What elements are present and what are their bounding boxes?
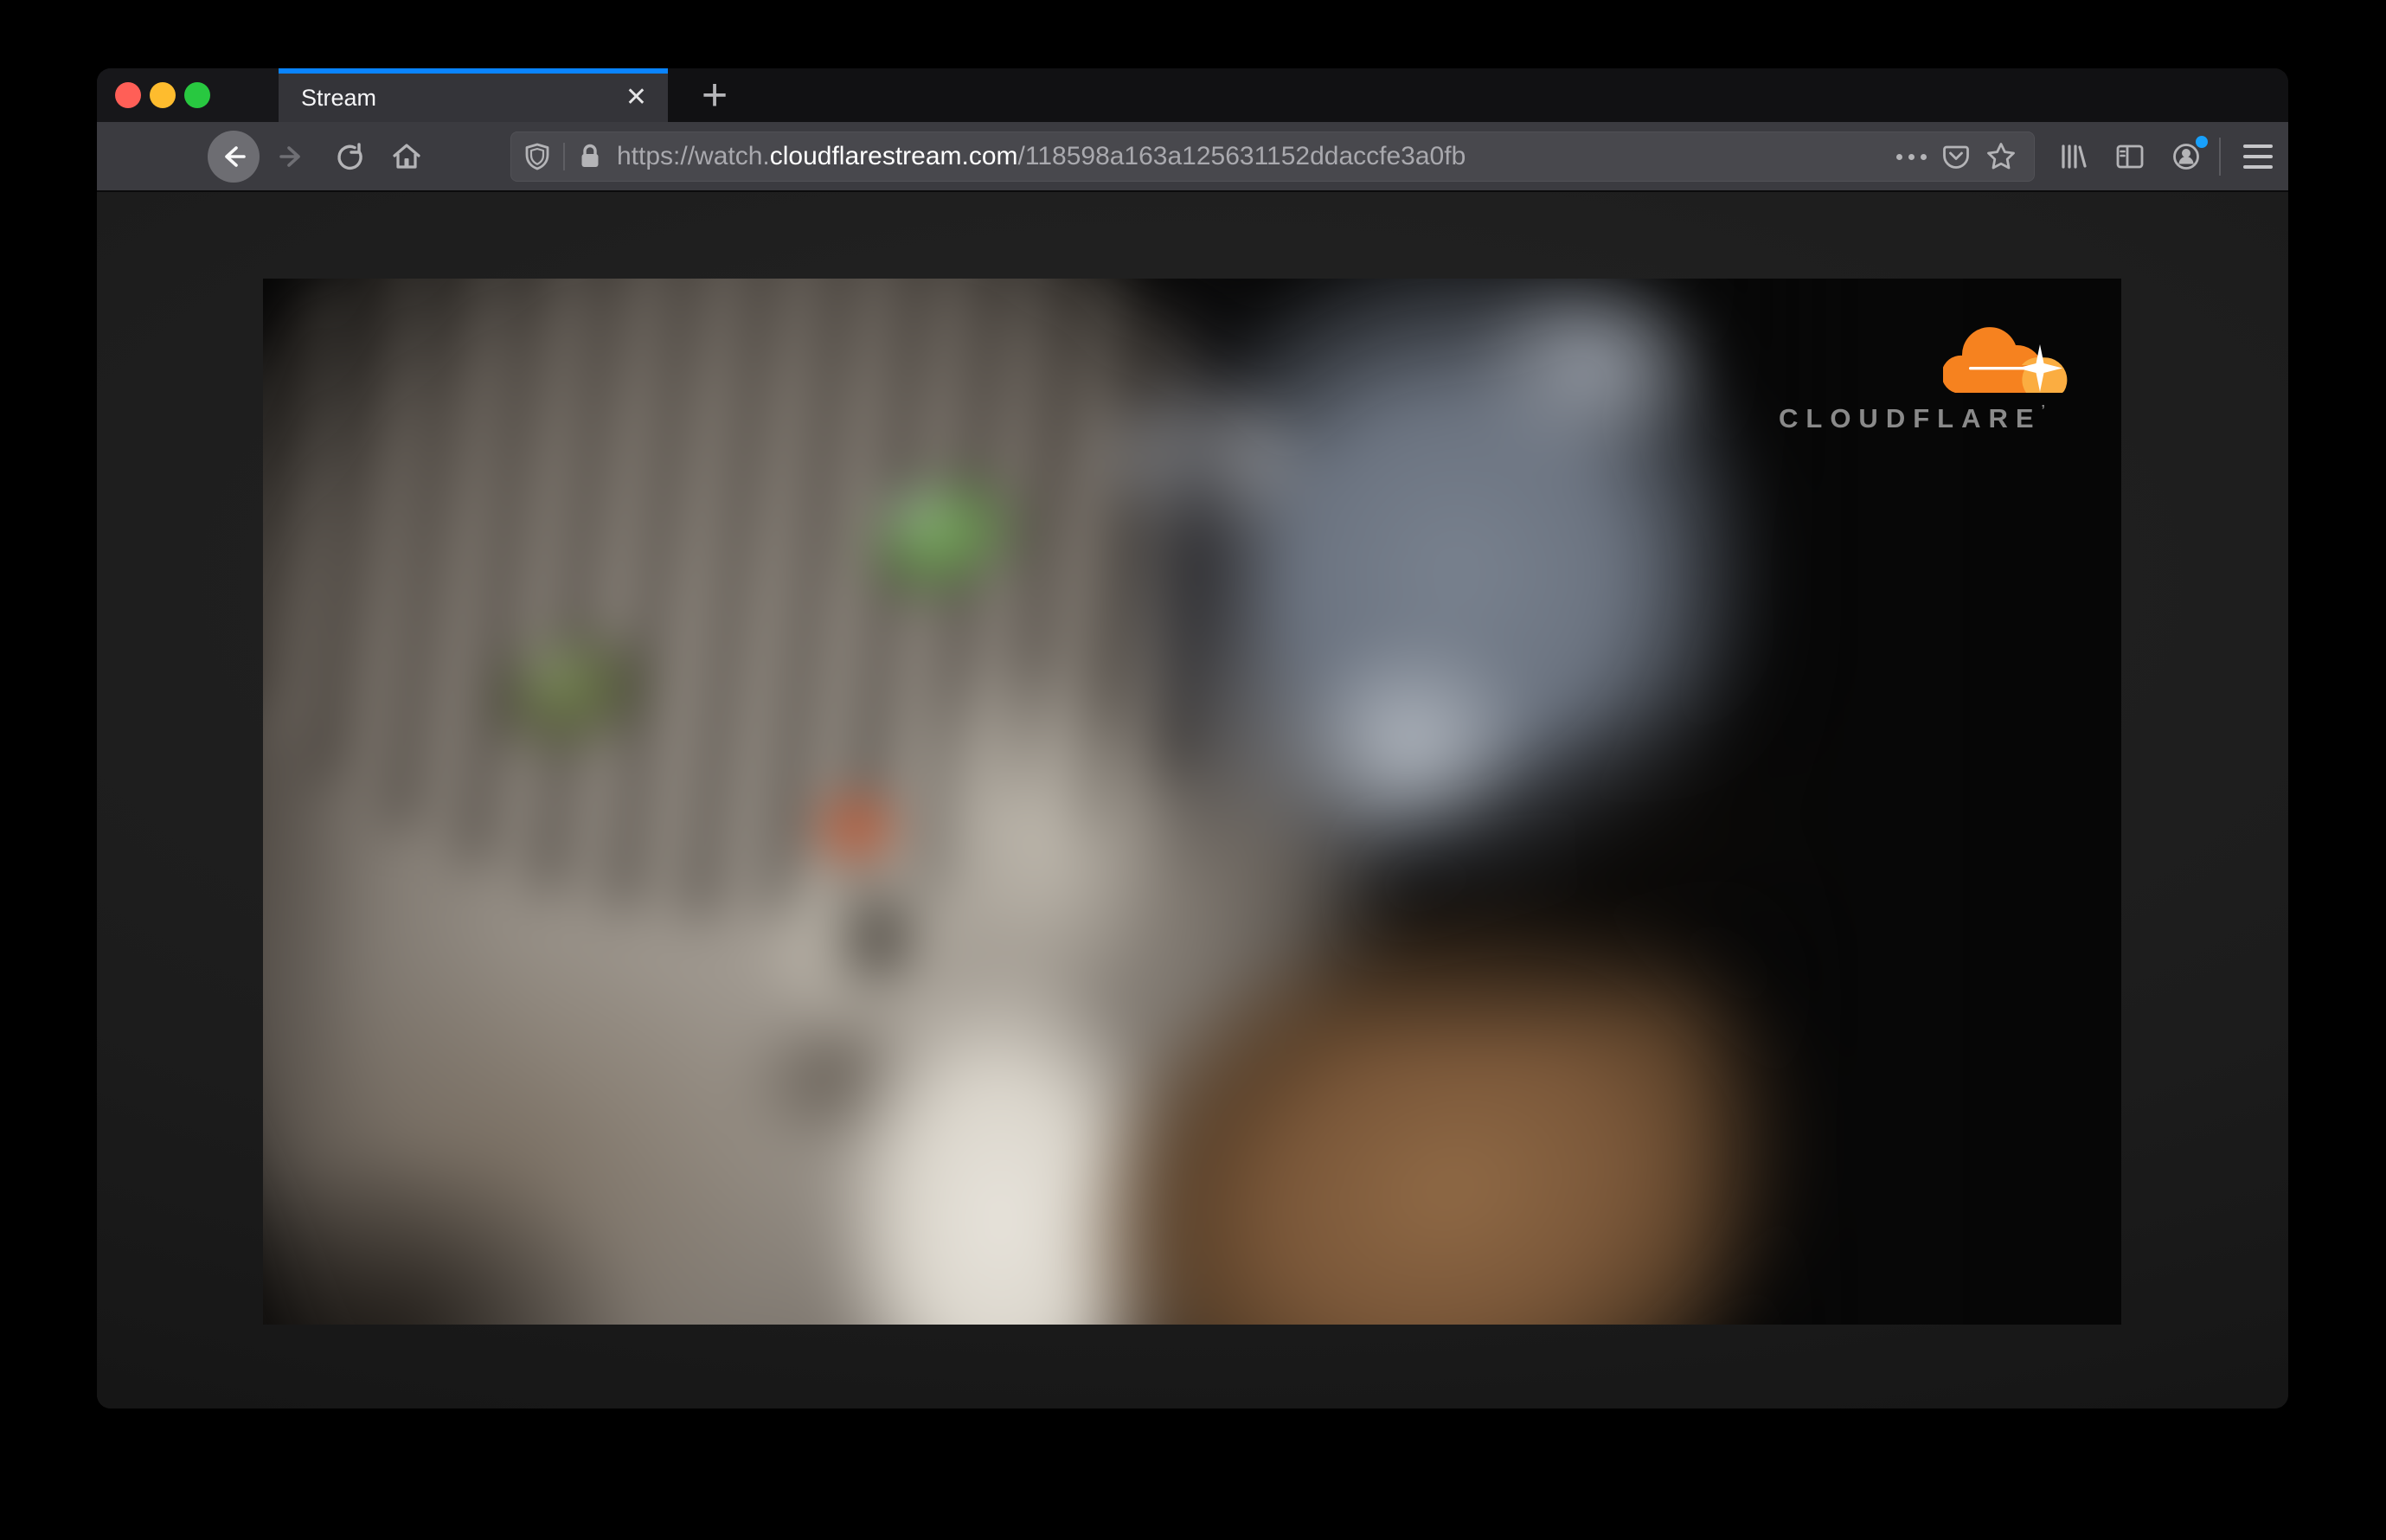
url-bar[interactable]: https://watch.cloudflarestream.com/11859… [510, 132, 2035, 182]
window-minimize-button[interactable] [150, 82, 176, 108]
pocket-button[interactable] [1934, 134, 1979, 179]
forward-arrow-icon [275, 140, 308, 173]
cloudflare-logo: CLOUDFLARE’ [1779, 313, 2073, 434]
window-close-button[interactable] [115, 82, 141, 108]
navigation-toolbar: https://watch.cloudflarestream.com/11859… [97, 122, 2288, 192]
forward-button[interactable] [267, 131, 316, 183]
video-frame-blurred-cat [263, 279, 2121, 1325]
star-icon [1985, 140, 2017, 173]
cat-nose [813, 793, 900, 863]
tab-close-button[interactable]: ✕ [624, 85, 649, 111]
url-path: /118598a163a125631152ddaccfe3a0fb [1017, 142, 1466, 170]
lock-icon[interactable] [575, 142, 605, 171]
trademark-mark: ’ [2041, 403, 2045, 418]
home-button[interactable] [382, 131, 431, 183]
account-button[interactable] [2162, 131, 2210, 183]
page-content: CLOUDFLARE’ [97, 192, 2288, 1408]
browser-window: Stream ✕ + https://watch.cloudflarestrea… [97, 68, 2288, 1408]
desktop-background: Stream ✕ + https://watch.cloudflarestrea… [0, 0, 2386, 1540]
tracking-protection-shield-icon[interactable] [522, 141, 553, 172]
urlbar-divider [563, 143, 565, 170]
tab-stream[interactable]: Stream ✕ [279, 68, 668, 122]
right-dark-area [1682, 279, 2121, 1325]
pocket-icon [1940, 141, 1972, 172]
sidebar-icon [2113, 139, 2147, 174]
sidebar-button[interactable] [2106, 131, 2154, 183]
tab-title: Stream [301, 84, 377, 111]
new-tab-button[interactable]: + [680, 68, 749, 122]
page-actions-button[interactable] [1889, 134, 1934, 179]
reload-icon [333, 140, 366, 173]
url-text: https://watch.cloudflarestream.com/11859… [617, 142, 1466, 171]
hamburger-menu-icon [2243, 144, 2273, 169]
account-notification-dot [2196, 136, 2208, 148]
page-actions-icon [1895, 153, 1927, 160]
video-player[interactable]: CLOUDFLARE’ [263, 279, 2121, 1325]
reload-button[interactable] [325, 131, 374, 183]
back-button[interactable] [208, 131, 260, 183]
tab-bar: Stream ✕ + [97, 68, 2288, 122]
toolbar-separator [2219, 138, 2221, 176]
menu-button[interactable] [2230, 131, 2286, 183]
window-controls [97, 68, 279, 122]
cloudflare-wordmark: CLOUDFLARE’ [1779, 403, 2045, 433]
bookmark-star-button[interactable] [1979, 134, 2024, 179]
url-domain: cloudflarestream.com [769, 142, 1018, 170]
window-zoom-button[interactable] [184, 82, 210, 108]
library-button[interactable] [2049, 131, 2097, 183]
back-arrow-icon [217, 140, 250, 173]
home-icon [389, 139, 424, 174]
cloudflare-cloud-icon [1943, 327, 2068, 393]
library-icon [2056, 139, 2090, 174]
url-prefix: https://watch. [617, 142, 770, 170]
